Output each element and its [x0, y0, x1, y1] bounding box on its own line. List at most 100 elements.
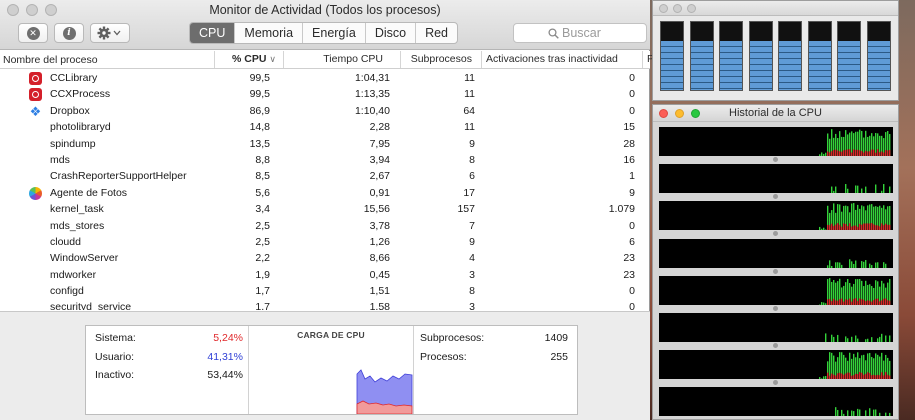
close-window-button[interactable]	[659, 4, 668, 13]
column-threads[interactable]: Subprocesos	[400, 51, 476, 68]
column-cpu-percent[interactable]: % CPU ∨	[214, 51, 282, 68]
inspect-process-button[interactable]: i	[54, 23, 84, 43]
history-user-bar	[849, 258, 851, 268]
history-system-bar	[833, 226, 835, 231]
zoom-window-button[interactable]	[687, 4, 696, 13]
history-user-bar	[831, 334, 833, 342]
history-system-bar	[831, 300, 833, 305]
history-user-bar	[847, 410, 849, 417]
thread-count: 64	[463, 104, 475, 117]
history-system-bar	[857, 149, 859, 156]
column-cpu-time[interactable]: Tiempo CPU	[283, 51, 389, 68]
cpu-percent: 13,5	[249, 137, 270, 150]
thread-count: 11	[464, 121, 475, 134]
history-user-bar	[867, 338, 869, 342]
history-system-bar	[833, 374, 835, 380]
history-system-bar	[851, 226, 853, 231]
table-row[interactable]: mdworker 1,9 0,45 3 23	[0, 267, 650, 283]
sort-descending-icon: ∨	[269, 54, 276, 64]
history-system-bar	[875, 375, 877, 380]
history-system-bar	[873, 224, 875, 231]
history-user-bar	[869, 263, 871, 268]
column-idle-wakeups[interactable]: Activaciones tras inactividad	[481, 51, 641, 68]
history-user-bar	[847, 338, 849, 342]
table-row[interactable]: Agente de Fotos 5,6 0,91 17 9	[0, 185, 650, 201]
user-label: Usuario:	[95, 351, 135, 363]
stop-process-button[interactable]: ✕	[18, 23, 48, 43]
history-user-bar	[869, 408, 871, 417]
process-name: photolibraryd	[50, 121, 111, 134]
history-system-bar	[859, 150, 861, 156]
history-user-bar	[853, 411, 855, 417]
table-row[interactable]: CCLibrary 99,5 1:04,31 11 0	[0, 70, 650, 86]
table-row[interactable]: photolibraryd 14,8 2,28 11 15	[0, 119, 650, 135]
table-row[interactable]: cloudd 2,5 1,26 9 6	[0, 234, 650, 250]
history-system-bar	[835, 300, 837, 305]
history-system-bar	[831, 224, 833, 231]
minimize-window-button[interactable]	[673, 4, 682, 13]
process-name: WindowServer	[50, 252, 119, 265]
core-history-graph	[659, 387, 893, 417]
history-user-bar	[857, 338, 859, 342]
table-row[interactable]: spindump 13,5 7,95 9 28	[0, 136, 650, 152]
history-system-bar	[875, 298, 877, 305]
resize-handle	[773, 380, 778, 386]
column-process-name[interactable]: Nombre del proceso	[3, 54, 98, 66]
column-cpu-percent-label: % CPU	[232, 53, 267, 65]
history-user-bar	[823, 228, 825, 231]
history-user-bar	[825, 303, 827, 305]
history-system-bar	[889, 225, 891, 231]
idle-wakeups: 0	[629, 88, 635, 101]
history-system-bar	[841, 227, 843, 231]
history-user-bar	[875, 184, 877, 194]
history-system-bar	[853, 375, 855, 380]
table-row[interactable]: securityd_service 1,7 1,58 3 0	[0, 299, 650, 310]
history-system-bar	[881, 372, 883, 380]
process-name: Agente de Fotos	[50, 186, 128, 199]
cpu-usage-titlebar	[653, 1, 898, 16]
table-row[interactable]: CCXProcess 99,5 1:13,35 11 0	[0, 86, 650, 102]
history-system-bar	[857, 374, 859, 380]
tab-disco[interactable]: Disco	[366, 23, 417, 43]
history-system-bar	[871, 223, 873, 231]
history-system-bar	[873, 149, 875, 156]
search-field[interactable]	[513, 23, 647, 43]
tab-cpu[interactable]: CPU	[190, 23, 236, 43]
action-menu-button[interactable]	[90, 23, 130, 43]
history-system-bar	[829, 152, 831, 156]
column-pid[interactable]: P	[642, 51, 654, 68]
history-user-bar	[825, 376, 827, 380]
history-system-bar	[887, 374, 889, 380]
cpu-history-titlebar: Historial de la CPU	[653, 105, 898, 122]
table-row[interactable]: ❖ Dropbox 86,9 1:10,40 64 0	[0, 103, 650, 119]
history-system-bar	[881, 151, 883, 156]
history-user-bar	[835, 186, 837, 194]
core-usage-fill	[720, 41, 742, 90]
table-row[interactable]: mds 8,8 3,94 8 16	[0, 152, 650, 168]
search-input[interactable]	[562, 25, 644, 41]
process-name: mds	[50, 153, 70, 166]
process-name: configd	[50, 285, 84, 298]
table-row[interactable]: mds_stores 2,5 3,78 7 0	[0, 218, 650, 234]
history-user-bar	[881, 333, 883, 342]
history-system-bar	[853, 298, 855, 305]
cpu-load-chart	[356, 369, 413, 414]
history-system-bar	[831, 151, 833, 156]
tab-red[interactable]: Red	[416, 23, 457, 43]
history-user-bar	[845, 336, 847, 342]
history-system-bar	[827, 299, 829, 305]
history-system-bar	[855, 374, 857, 380]
table-row[interactable]: kernel_task 3,4 15,56 157 1.079	[0, 201, 650, 217]
table-row[interactable]: WindowServer 2,2 8,66 4 23	[0, 250, 650, 266]
idle-wakeups: 1	[629, 170, 635, 183]
tab-memoria[interactable]: Memoria	[235, 23, 304, 43]
tab-energía[interactable]: Energía	[303, 23, 366, 43]
table-row[interactable]: configd 1,7 1,51 8 0	[0, 283, 650, 299]
history-system-bar	[837, 223, 839, 231]
history-user-bar	[883, 184, 885, 194]
table-row[interactable]: CrashReporterSupportHelper 8,5 2,67 6 1	[0, 168, 650, 184]
cpu-percent: 2,5	[255, 235, 270, 248]
history-user-bar	[823, 376, 825, 380]
history-system-bar	[827, 372, 829, 380]
idle-label: Inactivo:	[95, 369, 135, 381]
